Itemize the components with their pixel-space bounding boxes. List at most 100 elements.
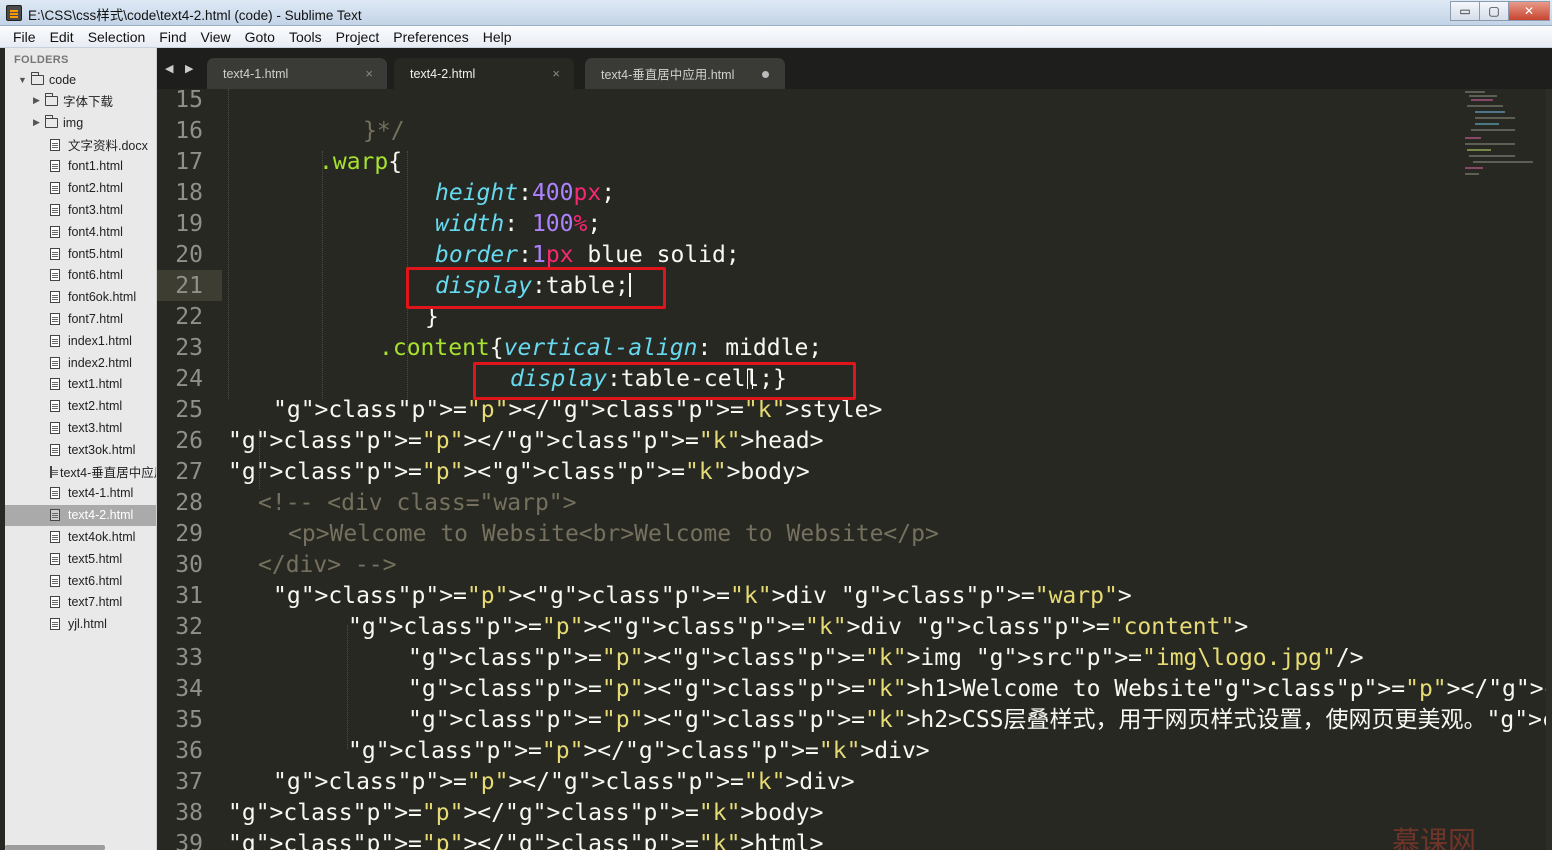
tab-text4-2[interactable]: text4-2.html × [394, 58, 574, 89]
file-icon [50, 378, 60, 391]
code-text: height:400px; [435, 180, 616, 206]
tab-close-icon[interactable]: × [365, 66, 373, 81]
line-number: 17 [175, 149, 203, 175]
code-line[interactable]: 28 <!-- <div class="warp"> [157, 488, 1552, 519]
code-line[interactable]: 36 "g">class"p">="p"></"g">class"p">="k">… [157, 736, 1552, 767]
tree-item-label: font5.html [68, 246, 123, 261]
file-icon [50, 334, 60, 347]
code-line[interactable]: 20 border:1px blue solid; [157, 240, 1552, 271]
tree-file-item[interactable]: index1.html [5, 330, 156, 351]
tree-item-label: font1.html [68, 159, 123, 174]
sidebar-horizontal-scrollbar[interactable] [5, 845, 105, 850]
tree-file-item[interactable]: font2.html [5, 178, 156, 199]
tree-file-item[interactable]: text4ok.html [5, 526, 156, 547]
code-line[interactable]: 39 "g">class"p">="p"></"g">class"p">="k">… [157, 829, 1552, 850]
code-line[interactable]: 15 [157, 89, 1552, 116]
tab-text4-vertical-center[interactable]: text4-垂直居中应用.html [585, 58, 785, 89]
minimap[interactable] [1457, 89, 1552, 850]
menu-edit[interactable]: Edit [43, 29, 81, 45]
file-icon [50, 312, 60, 325]
menu-selection[interactable]: Selection [81, 29, 153, 45]
tree-root-folder[interactable]: ▼ code [5, 69, 156, 90]
code-line[interactable]: 26 "g">class"p">="p"></"g">class"p">="k">… [157, 426, 1552, 457]
code-text: "g">class"p">="p"><"g">class"p">="k">div… [273, 583, 1132, 609]
file-icon [50, 487, 60, 500]
tree-file-item[interactable]: text4-1.html [5, 483, 156, 504]
code-line[interactable]: 35 "g">class"p">="p"><"g">class"p">="k">h… [157, 705, 1552, 736]
tree-file-item[interactable]: text3.html [5, 417, 156, 438]
code-line[interactable]: 16}*/ [157, 116, 1552, 147]
tree-file-item[interactable]: font6ok.html [5, 287, 156, 308]
tree-item-label: text4-2.html [68, 508, 134, 523]
code-line[interactable]: 32 "g">class"p">="p"><"g">class"p">="k">d… [157, 612, 1552, 643]
minimize-button[interactable]: ▭ [1450, 1, 1480, 21]
tree-file-item[interactable]: yjl.html [5, 614, 156, 635]
tab-bar: ◀ ▶ text4-1.html × text4-2.html × text4-… [157, 48, 1552, 89]
tab-close-icon[interactable]: × [552, 66, 560, 81]
tree-file-item[interactable]: text2.html [5, 396, 156, 417]
menu-tools[interactable]: Tools [282, 29, 329, 45]
line-number: 20 [175, 242, 203, 268]
tree-item-label: code [49, 72, 77, 87]
tree-item-label: index1.html [68, 333, 132, 348]
code-line[interactable]: 18 height:400px; [157, 178, 1552, 209]
menu-goto[interactable]: Goto [238, 29, 282, 45]
code-line[interactable]: 19 width: 100%; [157, 209, 1552, 240]
code-text: .content{vertical-align: middle; [379, 335, 823, 361]
tree-folder-fonts[interactable]: ▶ 字体下载 [5, 90, 156, 111]
code-line[interactable]: 27 "g">class"p">="p"><"g">class"p">="k">b… [157, 457, 1552, 488]
tree-file-item[interactable]: index2.html [5, 352, 156, 373]
file-icon [50, 247, 60, 260]
highlight-box-display-table [406, 267, 666, 309]
code-line[interactable]: 37 "g">class"p">="p"></"g">class"p">="k">… [157, 767, 1552, 798]
code-line[interactable]: 31 "g">class"p">="p"><"g">class"p">="k">d… [157, 581, 1552, 612]
file-icon [50, 203, 60, 216]
tree-file-item[interactable]: text5.html [5, 548, 156, 569]
tree-file-item[interactable]: font7.html [5, 308, 156, 329]
tree-item-label: text6.html [68, 573, 123, 588]
tree-file-item[interactable]: font3.html [5, 199, 156, 220]
code-line[interactable]: 29 <p>Welcome to Website<br>Welcome to We… [157, 519, 1552, 550]
maximize-button[interactable]: ▢ [1479, 1, 1509, 21]
code-line[interactable]: 22} [157, 302, 1552, 333]
file-icon [50, 530, 60, 543]
file-icon [50, 421, 60, 434]
tab-nav-arrows[interactable]: ◀ ▶ [165, 62, 197, 75]
menu-file[interactable]: File [6, 29, 43, 45]
tree-file-item[interactable]: font1.html [5, 156, 156, 177]
file-icon [50, 138, 60, 151]
tree-item-label: text3ok.html [68, 442, 136, 457]
code-editor[interactable]: 15 16}*/ 17 .warp{18 height:400px; 19 width: 1… [157, 89, 1552, 850]
code-line[interactable]: 23 .content{vertical-align: middle; [157, 333, 1552, 364]
tree-item-label: font3.html [68, 202, 123, 217]
code-text: "g">class"p">="p"><"g">class"p">="k">img… [408, 645, 1364, 671]
menu-view[interactable]: View [194, 29, 238, 45]
tree-file-item[interactable]: text1.html [5, 374, 156, 395]
tree-file-item[interactable]: text4-2.html [5, 504, 156, 526]
menu-find[interactable]: Find [152, 29, 193, 45]
code-line[interactable]: 34 "g">class"p">="p"><"g">class"p">="k">h… [157, 674, 1552, 705]
close-button[interactable]: ✕ [1508, 1, 1550, 21]
tree-file-item[interactable]: 文字资料.docx [5, 134, 156, 155]
menu-preferences[interactable]: Preferences [386, 29, 475, 45]
code-line[interactable]: 21 display:table; [157, 271, 1552, 302]
tree-file-item[interactable]: text6.html [5, 570, 156, 591]
tree-file-item[interactable]: font4.html [5, 221, 156, 242]
tree-file-item[interactable]: font6.html [5, 265, 156, 286]
modified-dot-icon[interactable] [762, 71, 769, 78]
tree-file-item[interactable]: text3ok.html [5, 439, 156, 460]
code-text: width: 100%; [435, 211, 602, 237]
tab-text4-1[interactable]: text4-1.html × [207, 58, 387, 89]
code-line[interactable]: 33 "g">class"p">="p"><"g">class"p">="k">i… [157, 643, 1552, 674]
tree-file-item[interactable]: text4-垂直居中应用.html [5, 461, 156, 482]
code-line[interactable]: 38 "g">class"p">="p"></"g">class"p">="k">… [157, 798, 1552, 829]
tree-folder-img[interactable]: ▶ img [5, 112, 156, 133]
menu-help[interactable]: Help [476, 29, 519, 45]
vertical-scrollbar[interactable] [1546, 89, 1552, 850]
code-line[interactable]: 30 </div> --> [157, 550, 1552, 581]
tree-file-item[interactable]: font5.html [5, 243, 156, 264]
menu-project[interactable]: Project [329, 29, 387, 45]
code-line[interactable]: 17 .warp{ [157, 147, 1552, 178]
line-number: 15 [175, 89, 203, 113]
tree-file-item[interactable]: text7.html [5, 592, 156, 613]
